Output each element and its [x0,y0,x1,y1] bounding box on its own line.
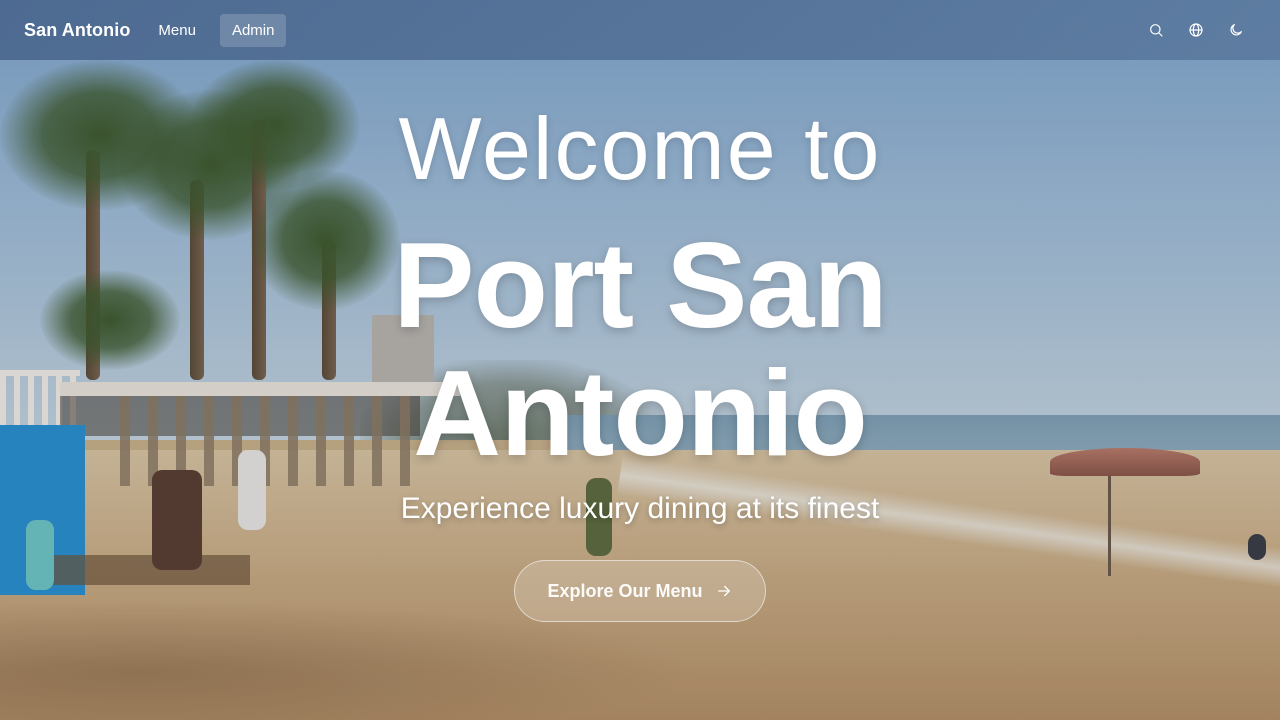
nav-link-menu[interactable]: Menu [146,14,208,47]
arrow-right-icon [717,585,730,597]
language-button[interactable] [1176,10,1216,50]
theme-toggle-button[interactable] [1216,10,1256,50]
globe-icon [1189,23,1203,37]
search-icon [1150,24,1163,37]
hero-title-line2: Antonio [413,345,868,481]
brand-logo[interactable]: San Antonio [24,20,130,41]
navbar: San Antonio Menu Admin [0,0,1280,60]
hero-title-line1: Port San [393,217,888,353]
nav-link-admin[interactable]: Admin [219,13,287,47]
hero-tagline: Experience luxury dining at its finest [400,492,880,525]
cta-label: Explore Our Menu [547,580,703,601]
search-button[interactable] [1136,10,1176,50]
hero-section: Welcome to Port San Antonio Experience l… [0,60,1280,720]
explore-menu-button[interactable]: Explore Our Menu [514,560,766,622]
hero-welcome: Welcome to [398,99,882,198]
moon-icon [1230,24,1242,36]
